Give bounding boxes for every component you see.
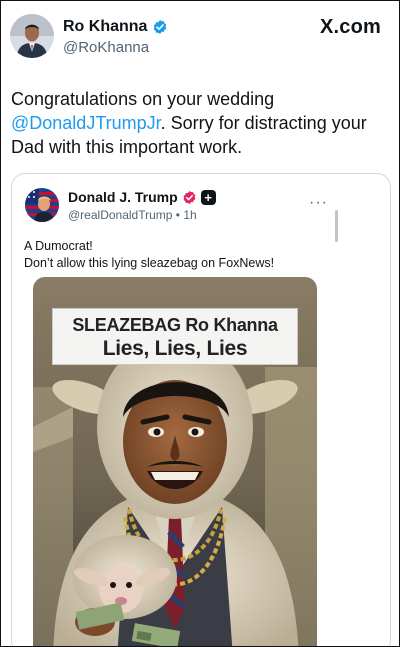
post-time[interactable]: 1h — [183, 208, 196, 222]
quoted-text-line: Don’t allow this lying sleazebag on FoxN… — [24, 256, 275, 270]
author-name-row: Ro Khanna — [63, 18, 168, 36]
mention-link[interactable]: @DonaldJTrumpJr — [11, 113, 161, 133]
tweet-text: Congratulations on your wedding @DonaldJ… — [11, 87, 391, 159]
scrollbar[interactable] — [335, 210, 338, 242]
quoted-tweet-card[interactable]: Donald J. Trump + @realDonaldTrump • 1h … — [11, 173, 391, 646]
screenshot-frame: Ro Khanna @RoKhanna X.com Congratulation… — [0, 0, 400, 647]
tweet-text-part: Congratulations on your wedding — [11, 89, 275, 109]
quoted-author-handle[interactable]: @realDonaldTrump — [68, 208, 172, 222]
meme-caption-line: Lies, Lies, Lies — [102, 337, 248, 360]
author-avatar[interactable] — [10, 14, 54, 58]
more-options-icon[interactable]: ··· — [309, 194, 328, 212]
quoted-tweet-text: A Dumocrat! Don’t allow this lying sleaz… — [24, 238, 274, 272]
verified-badge-icon — [154, 20, 167, 34]
meme-caption-line: SLEAZEBAG Ro Khanna — [72, 315, 278, 335]
site-logo: X.com — [319, 16, 381, 38]
plus-badge-icon: + — [200, 189, 216, 205]
meme-image[interactable]: SLEAZEBAG Ro Khanna Lies, Lies, Lies — [33, 277, 317, 646]
pink-badge-icon — [183, 190, 196, 204]
author-handle[interactable]: @RoKhanna — [63, 39, 149, 56]
meme-caption-banner: SLEAZEBAG Ro Khanna Lies, Lies, Lies — [52, 308, 298, 365]
quoted-text-line: A Dumocrat! — [24, 239, 93, 253]
quoted-author-name[interactable]: Donald J. Trump — [68, 189, 178, 205]
author-name[interactable]: Ro Khanna — [63, 18, 147, 36]
quoted-author-meta: @realDonaldTrump • 1h — [68, 208, 197, 222]
quoted-author-name-row: Donald J. Trump + — [68, 189, 216, 205]
quoted-author-avatar[interactable] — [25, 188, 59, 222]
